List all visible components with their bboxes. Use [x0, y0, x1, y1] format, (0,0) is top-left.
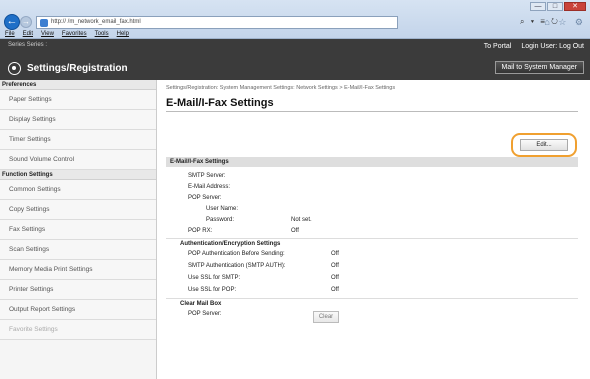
mail-to-system-manager-button[interactable]: Mail to System Manager: [494, 61, 584, 74]
setting-label: Use SSL for POP:: [188, 287, 237, 293]
page-title: E-Mail/I-Fax Settings: [166, 97, 274, 109]
setting-label: POP Server:: [188, 195, 222, 201]
sidebar-item-output-report-settings[interactable]: Output Report Settings: [0, 300, 156, 320]
sidebar-item-memory-media-print-settings[interactable]: Memory Media Print Settings: [0, 260, 156, 280]
close-button[interactable]: ✕: [564, 2, 586, 11]
toolbar-icons[interactable]: ⌂ ☆ ⚙: [544, 17, 586, 28]
sidebar-item-sound-volume-control[interactable]: Sound Volume Control: [0, 150, 156, 170]
menu-edit[interactable]: Edit: [23, 30, 33, 39]
page-icon: [40, 19, 48, 27]
menu-help[interactable]: Help: [117, 30, 129, 39]
page-header: Series Series : To Portal Login User: Lo…: [0, 39, 590, 80]
setting-value: Off: [291, 228, 299, 234]
setting-label: E-Mail Address:: [188, 184, 231, 190]
section-title-text: Settings/Registration: [27, 63, 128, 74]
setting-value: Off: [331, 275, 339, 281]
setting-row-pop-server: POP Server:: [166, 193, 578, 204]
edit-button-highlight: Edit...: [511, 133, 577, 157]
setting-value: Off: [331, 263, 339, 269]
page-section-title: Settings/Registration: [8, 62, 128, 75]
setting-label: POP Authentication Before Sending:: [188, 251, 285, 257]
setting-row-smtp-auth: SMTP Authentication (SMTP AUTH): Off: [166, 261, 578, 272]
menu-file[interactable]: File: [5, 30, 15, 39]
setting-row-user-name: User Name:: [166, 204, 578, 215]
setting-value: Off: [331, 287, 339, 293]
to-portal-link[interactable]: To Portal: [484, 43, 512, 50]
edit-button[interactable]: Edit...: [520, 139, 568, 151]
setting-label: Password:: [206, 217, 235, 223]
forward-arrow-icon[interactable]: →: [20, 16, 32, 28]
sidebar-item-printer-settings[interactable]: Printer Settings: [0, 280, 156, 300]
setting-label: POP Server:: [188, 311, 222, 317]
back-arrow-icon[interactable]: ←: [4, 14, 20, 30]
clear-button[interactable]: Clear: [313, 311, 339, 323]
section-header-auth-encryption: Authentication/Encryption Settings: [166, 238, 578, 249]
setting-row-password: Password: Not set.: [166, 215, 578, 226]
setting-value: Off: [331, 251, 339, 257]
browser-chrome: — □ ✕ ← → http:// /m_network_email_fax.h…: [0, 0, 590, 39]
setting-label: SMTP Server:: [188, 173, 226, 179]
setting-value: Not set.: [291, 217, 312, 223]
menu-tools[interactable]: Tools: [95, 30, 109, 39]
header-links: To Portal Login User: Log Out: [484, 43, 584, 50]
section-header-clear-mail-box: Clear Mail Box: [166, 298, 578, 309]
maximize-button[interactable]: □: [547, 2, 563, 11]
setting-label: Use SSL for SMTP:: [188, 275, 241, 281]
login-user[interactable]: Login User: Log Out: [521, 43, 584, 50]
sidebar-item-paper-settings[interactable]: Paper Settings: [0, 90, 156, 110]
sidebar-section-preferences: Preferences: [0, 80, 156, 90]
minimize-button[interactable]: —: [530, 2, 546, 11]
address-bar[interactable]: http:// /m_network_email_fax.html: [36, 16, 398, 29]
menu-bar: File Edit View Favorites Tools Help: [0, 30, 129, 39]
setting-row-pop-auth: POP Authentication Before Sending: Off: [166, 249, 578, 260]
sidebar-item-timer-settings[interactable]: Timer Settings: [0, 130, 156, 150]
setting-row-pop-rx: POP RX: Off: [166, 226, 578, 237]
device-name: Series Series :: [8, 42, 48, 48]
main-content: Settings/Registration: System Management…: [158, 80, 590, 379]
setting-row-email-address: E-Mail Address:: [166, 182, 578, 193]
menu-view[interactable]: View: [41, 30, 54, 39]
sidebar: Preferences Paper Settings Display Setti…: [0, 80, 157, 379]
setting-row-smtp-server: SMTP Server:: [166, 171, 578, 182]
setting-row-ssl-smtp: Use SSL for SMTP: Off: [166, 273, 578, 284]
sidebar-item-display-settings[interactable]: Display Settings: [0, 110, 156, 130]
sidebar-item-scan-settings[interactable]: Scan Settings: [0, 240, 156, 260]
section-header-email-ifax: E-Mail/I-Fax Settings: [166, 157, 578, 167]
sidebar-section-function-settings: Function Settings: [0, 170, 156, 180]
menu-favorites[interactable]: Favorites: [62, 30, 87, 39]
divider: [166, 111, 578, 112]
window-controls: — □ ✕: [530, 2, 586, 11]
sidebar-item-favorite-settings[interactable]: Favorite Settings: [0, 320, 156, 340]
sidebar-item-fax-settings[interactable]: Fax Settings: [0, 220, 156, 240]
address-url: http:// /m_network_email_fax.html: [51, 19, 141, 25]
setting-label: POP RX:: [188, 228, 213, 234]
setting-row-clear-pop-server: POP Server:: [166, 309, 578, 320]
setting-label: SMTP Authentication (SMTP AUTH):: [188, 263, 286, 269]
setting-label: User Name:: [206, 206, 239, 212]
breadcrumb: Settings/Registration: System Management…: [166, 85, 396, 91]
gear-icon: [8, 62, 21, 75]
sidebar-item-common-settings[interactable]: Common Settings: [0, 180, 156, 200]
sidebar-item-copy-settings[interactable]: Copy Settings: [0, 200, 156, 220]
setting-row-ssl-pop: Use SSL for POP: Off: [166, 285, 578, 296]
